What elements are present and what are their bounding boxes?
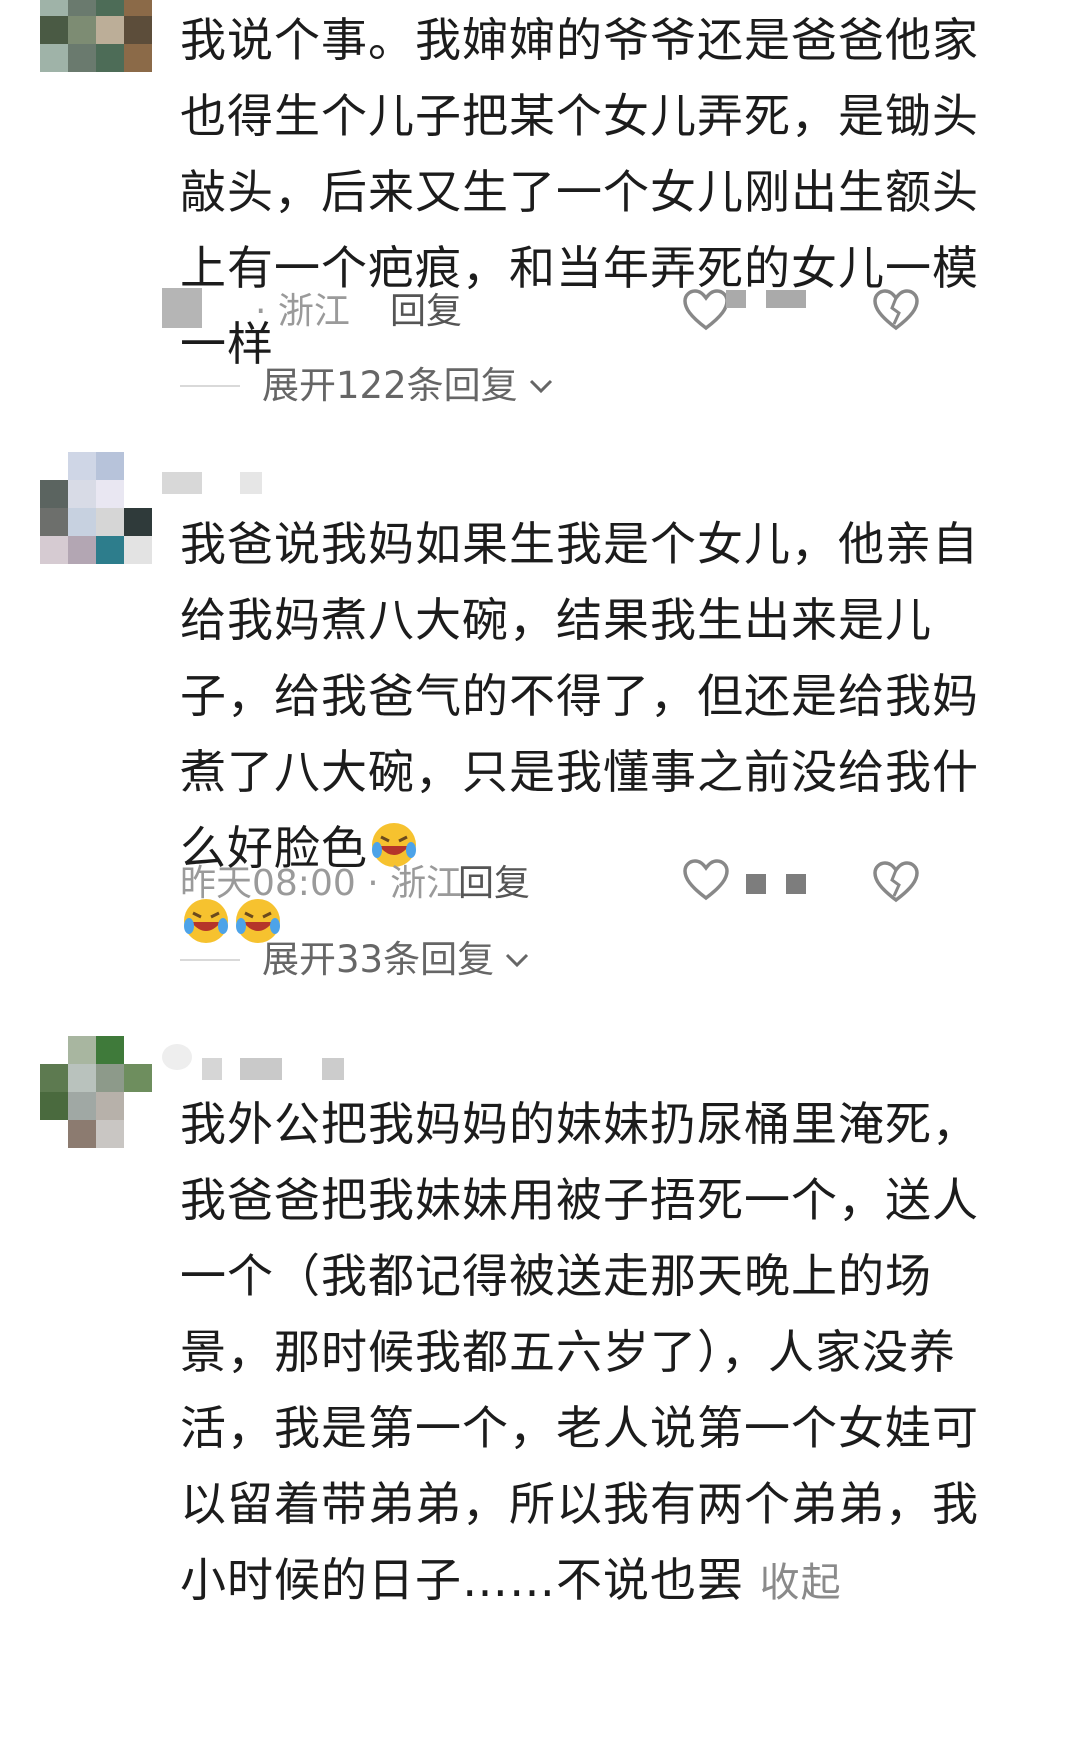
avatar[interactable] xyxy=(40,0,152,72)
avatar-pixel xyxy=(68,1092,96,1120)
avatar-pixel xyxy=(96,452,124,480)
avatar-pixel xyxy=(68,44,96,72)
avatar-pixel xyxy=(96,1120,124,1148)
divider xyxy=(180,385,240,387)
avatar-pixel xyxy=(40,536,68,564)
like-count-redacted xyxy=(726,290,746,308)
username-redacted xyxy=(202,1058,222,1080)
avatar-pixel xyxy=(124,1036,152,1064)
avatar-pixel xyxy=(96,508,124,536)
avatar-pixel xyxy=(40,0,68,16)
heart-icon[interactable] xyxy=(682,288,730,332)
avatar-pixel xyxy=(68,1064,96,1092)
avatar-pixel xyxy=(96,44,124,72)
avatar[interactable] xyxy=(40,1036,152,1148)
avatar-pixel xyxy=(68,480,96,508)
comment-location: · 浙江 xyxy=(255,291,350,332)
avatar-pixel xyxy=(68,1036,96,1064)
avatar-pixel xyxy=(68,16,96,44)
broken-heart-icon[interactable] xyxy=(872,860,920,904)
avatar-pixel xyxy=(124,0,152,16)
avatar-pixel xyxy=(124,508,152,536)
username-redacted xyxy=(240,1058,282,1080)
username-redacted xyxy=(240,472,262,494)
avatar-pixel xyxy=(124,452,152,480)
avatar-pixel xyxy=(40,1036,68,1064)
avatar-pixel xyxy=(40,508,68,536)
avatar-pixel xyxy=(96,1064,124,1092)
avatar-pixel xyxy=(40,1120,68,1148)
avatar-pixel xyxy=(124,16,152,44)
avatar-pixel xyxy=(40,1064,68,1092)
avatar-pixel xyxy=(40,452,68,480)
expand-replies-button[interactable]: 展开33条回复 xyxy=(180,938,530,982)
avatar-pixel xyxy=(96,16,124,44)
expand-replies-label: 展开33条回复 xyxy=(262,938,495,981)
avatar[interactable] xyxy=(40,452,152,564)
avatar-pixel xyxy=(124,480,152,508)
heart-icon[interactable] xyxy=(682,858,730,902)
broken-heart-icon[interactable] xyxy=(872,288,920,332)
avatar-pixel xyxy=(124,1120,152,1148)
reply-button[interactable]: 回复 xyxy=(390,290,462,334)
avatar-pixel xyxy=(40,480,68,508)
expand-replies-label: 展开122条回复 xyxy=(262,364,518,407)
avatar-pixel xyxy=(40,1092,68,1120)
collapse-button[interactable]: 收起 xyxy=(760,1560,842,1606)
avatar-pixel xyxy=(68,536,96,564)
avatar-pixel xyxy=(96,536,124,564)
avatar-pixel xyxy=(68,1120,96,1148)
reply-button[interactable]: 回复 xyxy=(458,862,530,906)
username-redacted xyxy=(162,1044,192,1070)
comment-text: 我外公把我妈妈的妹妹扔尿桶里淹死，我爸爸把我妹妹用被子捂死一个，送人一个（我都记… xyxy=(180,1097,979,1607)
avatar-pixel xyxy=(124,44,152,72)
avatar-pixel xyxy=(68,0,96,16)
avatar-pixel xyxy=(96,480,124,508)
avatar-pixel xyxy=(96,0,124,16)
avatar-pixel xyxy=(68,452,96,480)
avatar-pixel xyxy=(68,508,96,536)
avatar-pixel xyxy=(124,1092,152,1120)
comment-timestamp-location: 昨天08:00 · 浙江 xyxy=(180,863,463,904)
avatar-pixel xyxy=(40,44,68,72)
like-count-redacted xyxy=(766,290,806,308)
chevron-down-icon xyxy=(529,379,552,394)
like-count-redacted xyxy=(746,874,766,894)
username-redacted xyxy=(162,288,202,328)
username-redacted xyxy=(162,472,202,494)
avatar-pixel xyxy=(96,1036,124,1064)
username-redacted xyxy=(322,1058,344,1080)
divider xyxy=(180,959,240,961)
expand-replies-button[interactable]: 展开122条回复 xyxy=(180,364,554,408)
avatar-pixel xyxy=(96,1092,124,1120)
avatar-pixel xyxy=(124,536,152,564)
chevron-down-icon xyxy=(506,953,529,968)
avatar-pixel xyxy=(40,16,68,44)
like-count-redacted xyxy=(786,874,806,894)
avatar-pixel xyxy=(124,1064,152,1092)
